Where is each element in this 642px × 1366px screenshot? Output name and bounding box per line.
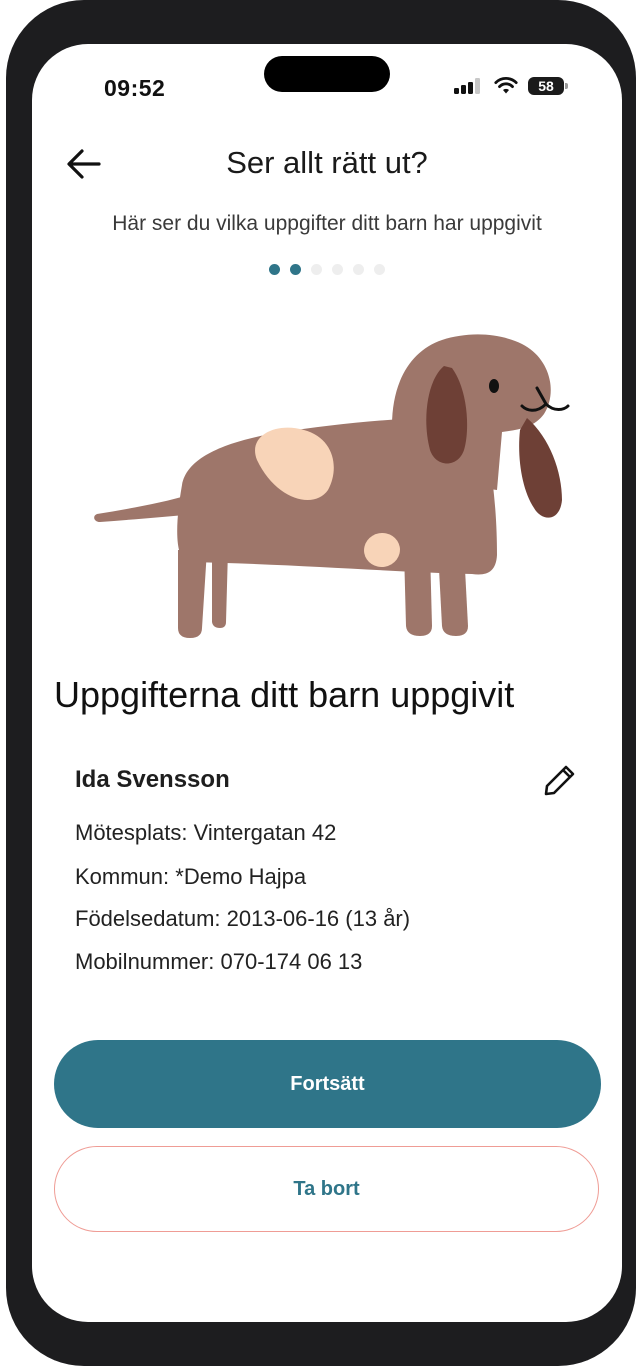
phone-frame: 09:52 58 Ser allt rätt ut? Här ser du vi…: [6, 0, 636, 1366]
page-subtitle: Här ser du vilka uppgifter ditt barn har…: [112, 212, 542, 235]
section-title: Uppgifterna ditt barn uppgivit: [54, 674, 515, 715]
detail-phone: Mobilnummer: 070-174 06 13: [75, 949, 363, 974]
page-title: Ser allt rätt ut?: [226, 145, 428, 180]
dog-illustration: [94, 334, 570, 638]
status-time: 09:52: [104, 75, 166, 101]
progress-dot: [332, 264, 343, 275]
wifi-icon: [494, 77, 518, 94]
continue-button[interactable]: Fortsätt: [54, 1040, 601, 1128]
detail-birthdate: Födelsedatum: 2013-06-16 (13 år): [75, 906, 411, 931]
detail-municipality: Kommun: *Demo Hajpa: [75, 864, 307, 889]
app-screen: 09:52 58 Ser allt rätt ut? Här ser du vi…: [32, 44, 622, 1322]
progress-dot: [374, 264, 385, 275]
remove-button[interactable]: Ta bort: [54, 1146, 599, 1232]
progress-dots: [269, 264, 385, 275]
edit-button[interactable]: [540, 760, 580, 800]
battery-icon: 58: [528, 77, 568, 95]
status-icons: 58: [454, 77, 568, 95]
battery-cap: [565, 83, 568, 89]
battery-level: 58: [538, 78, 554, 94]
pencil-icon: [544, 765, 575, 796]
signal-icon: [454, 78, 480, 94]
progress-dot: [290, 264, 301, 275]
progress-dot: [311, 264, 322, 275]
dynamic-island: [264, 56, 390, 92]
child-name: Ida Svensson: [75, 766, 230, 793]
progress-dot: [353, 264, 364, 275]
detail-meeting-place: Mötesplats: Vintergatan 42: [75, 820, 337, 845]
progress-dot: [269, 264, 280, 275]
